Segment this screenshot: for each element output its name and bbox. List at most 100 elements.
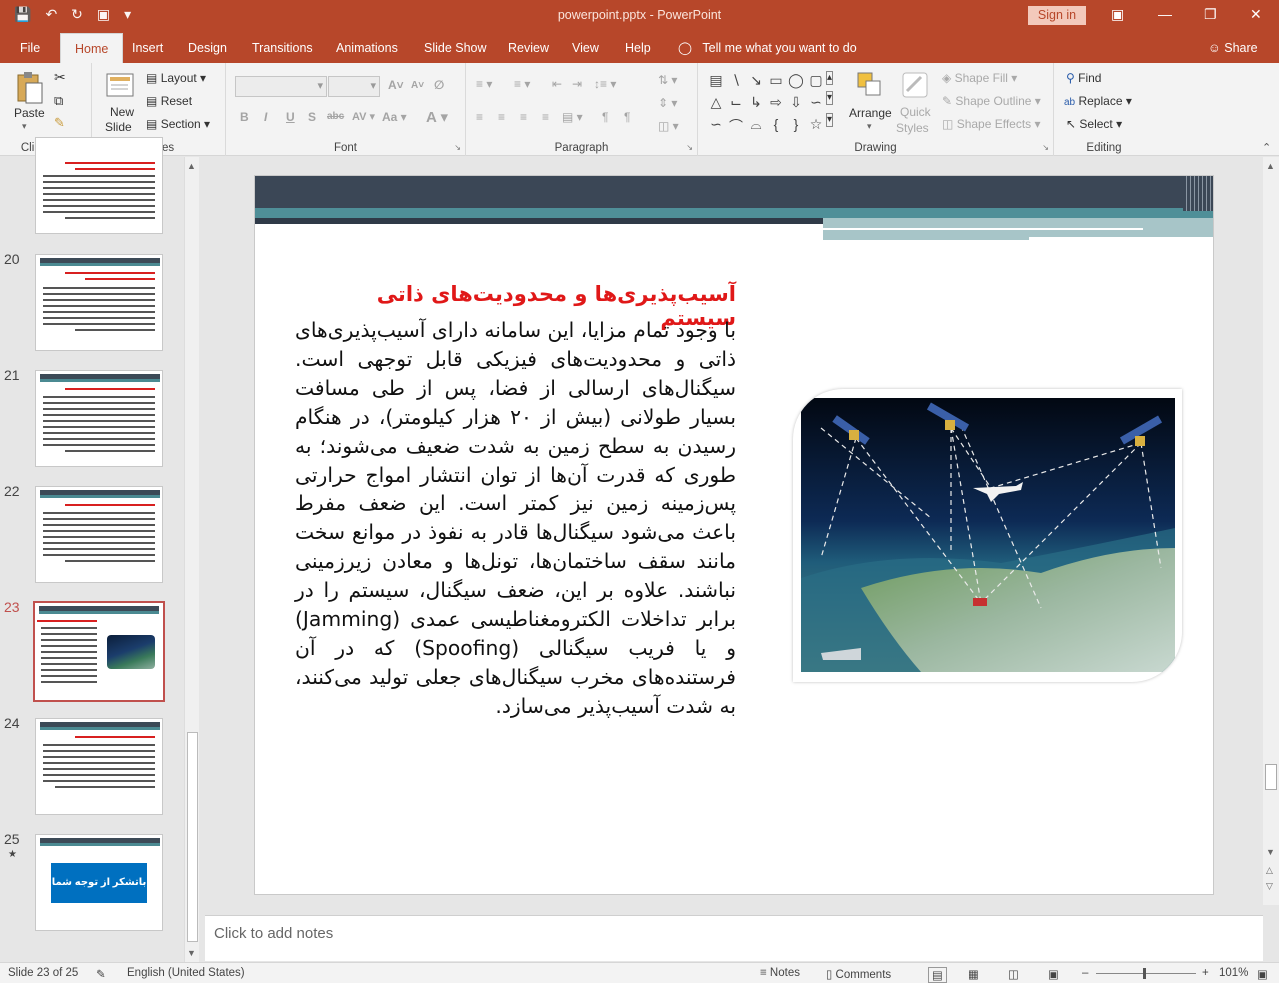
zoom-slider[interactable] — [1096, 973, 1196, 974]
ribbon-display-options-icon[interactable]: ▣ — [1111, 6, 1124, 23]
arc2-icon[interactable]: ⌓ — [746, 116, 766, 138]
new-slide-button[interactable]: New — [110, 105, 134, 119]
text-direction-icon[interactable]: ⇅ ▾ — [658, 73, 677, 87]
tab-animations[interactable]: Animations — [336, 41, 398, 55]
clear-formatting-icon[interactable]: ∅ — [434, 78, 444, 92]
font-launcher-icon[interactable]: ↘ — [454, 143, 461, 152]
zoom-in-icon[interactable]: + — [1202, 967, 1209, 979]
slide-thumbnail-23[interactable] — [33, 601, 165, 702]
font-size-combo[interactable] — [328, 76, 380, 97]
increase-indent-icon[interactable]: ⇥ — [572, 77, 582, 91]
new-slide-label2[interactable]: Slide — [105, 120, 132, 134]
paste-button[interactable]: Paste — [14, 106, 45, 120]
slide-thumbnail-22[interactable] — [35, 486, 163, 583]
cut-icon[interactable]: ✂ — [54, 69, 66, 86]
text-box-icon[interactable]: ▤ — [706, 72, 726, 94]
arrange-button[interactable]: Arrange — [849, 106, 892, 120]
collapse-ribbon-icon[interactable]: ⌃ — [1262, 141, 1271, 154]
shapes-more-icon[interactable]: ▾ — [826, 113, 834, 127]
tab-design[interactable]: Design — [188, 41, 227, 55]
slide-scroll-thumb[interactable] — [1265, 764, 1277, 790]
font-name-combo[interactable] — [235, 76, 327, 97]
slideshow-view-icon[interactable]: ▣ — [1048, 967, 1059, 981]
format-painter-icon[interactable]: ✎ — [54, 115, 65, 131]
rounded-rect-icon[interactable]: ▢ — [806, 72, 826, 94]
replace-button[interactable]: ab Replace ▾ — [1064, 94, 1132, 108]
slide-thumbnail-20[interactable] — [35, 254, 163, 351]
notes-pane[interactable]: Click to add notes — [205, 915, 1263, 961]
oval-icon[interactable]: ◯ — [786, 72, 806, 94]
fit-to-window-icon[interactable]: ▣ — [1257, 967, 1268, 981]
reset-button[interactable]: ▤ Reset — [146, 94, 192, 108]
decrease-font-size-icon[interactable]: A˅ — [411, 80, 424, 91]
scroll-up-icon[interactable]: ▲ — [187, 161, 196, 171]
normal-view-icon[interactable]: ▤ — [928, 967, 947, 983]
bullets-icon[interactable]: ≡ ▾ — [476, 77, 492, 91]
language-indicator[interactable]: English (United States) — [127, 967, 245, 979]
sign-in-button[interactable]: Sign in — [1028, 6, 1086, 25]
rectangle-icon[interactable]: ▭ — [766, 72, 786, 94]
scroll-down-icon[interactable]: ▼ — [187, 948, 196, 958]
arrange-icon[interactable] — [856, 71, 886, 101]
slide-sorter-icon[interactable]: ▦ — [968, 967, 979, 981]
ltr-icon[interactable]: ¶ — [602, 110, 608, 124]
paste-icon[interactable] — [14, 71, 44, 104]
slide-thumbnail-21[interactable] — [35, 370, 163, 467]
star-icon[interactable]: ☆ — [806, 116, 826, 138]
zoom-slider-thumb[interactable] — [1143, 968, 1146, 979]
notes-placeholder[interactable]: Click to add notes — [214, 925, 333, 942]
tab-view[interactable]: View — [572, 41, 599, 55]
find-button[interactable]: ⚲ Find — [1066, 71, 1101, 85]
quick-styles-button[interactable]: Quick — [900, 105, 931, 119]
decrease-indent-icon[interactable]: ⇤ — [552, 77, 562, 91]
zoom-out-icon[interactable]: – — [1082, 967, 1088, 979]
underline-icon[interactable]: U — [286, 110, 295, 124]
slide-thumbnail-25[interactable]: باتشکر از توجه شما — [35, 834, 163, 931]
scroll-down-icon[interactable]: ▼ — [1266, 847, 1275, 857]
numbering-icon[interactable]: ≡ ▾ — [514, 77, 530, 91]
thumbnails-scrollbar[interactable]: ▲ ▼ — [184, 157, 199, 962]
italic-icon[interactable]: I — [264, 110, 267, 124]
tell-me-search[interactable]: ◯ Tell me what you want to do — [678, 40, 857, 55]
slide-thumbnail-24[interactable] — [35, 718, 163, 815]
tab-home[interactable]: Home — [60, 33, 124, 63]
tab-slide-show[interactable]: Slide Show — [424, 41, 487, 55]
curve-icon[interactable]: ∽ — [706, 116, 726, 138]
rtl-icon[interactable]: ¶ — [624, 110, 630, 124]
smartart-icon[interactable]: ◫ ▾ — [658, 119, 679, 133]
shadow-icon[interactable]: S — [308, 110, 316, 124]
line-spacing-icon[interactable]: ↕≡ ▾ — [594, 77, 616, 91]
character-spacing-icon[interactable]: AV ▾ — [352, 110, 375, 123]
scroll-up-icon[interactable]: ▲ — [1266, 161, 1275, 171]
notes-toggle[interactable]: ≡ Notes — [760, 967, 800, 979]
tab-transitions[interactable]: Transitions — [252, 41, 313, 55]
shapes-scroll-up-icon[interactable]: ▴ — [826, 71, 834, 85]
shapes-gallery[interactable]: ▤ ∖ ↘ ▭ ◯ ▢ △ ⌙ ↳ ⇨ ⇩ ∽ ∽ ⌒ ⌓ { } ☆ — [706, 72, 824, 138]
restore-icon[interactable]: ❐ — [1204, 6, 1217, 23]
triangle-icon[interactable]: △ — [706, 94, 726, 116]
down-arrow-icon[interactable]: ⇩ — [786, 94, 806, 116]
justify-icon[interactable]: ≡ — [542, 110, 549, 124]
align-text-icon[interactable]: ⇕ ▾ — [658, 96, 677, 110]
shape-effects-button[interactable]: ◫ Shape Effects ▾ — [942, 117, 1041, 131]
tab-file[interactable]: File — [20, 41, 40, 55]
new-slide-icon[interactable] — [106, 71, 136, 101]
spell-check-icon[interactable]: ✎ — [96, 967, 106, 981]
bold-icon[interactable]: B — [240, 110, 249, 124]
arrow-line-icon[interactable]: ↘ — [746, 72, 766, 94]
next-slide-icon[interactable]: ▽ — [1266, 881, 1273, 892]
shapes-scroll-down-icon[interactable]: ▾ — [826, 91, 834, 105]
close-icon[interactable]: ✕ — [1250, 6, 1262, 23]
paste-dropdown-icon[interactable]: ▾ — [22, 121, 27, 132]
slide-body-text[interactable]: با وجود تمام مزایا، این سامانه دارای آسی… — [295, 316, 736, 721]
increase-font-size-icon[interactable]: A˅ — [388, 78, 404, 92]
quick-styles-label2[interactable]: Styles — [896, 121, 929, 135]
thumbnails-scroll-thumb[interactable] — [187, 732, 198, 942]
shape-fill-button[interactable]: ◈ Shape Fill ▾ — [942, 71, 1017, 85]
satellite-image[interactable] — [793, 389, 1182, 682]
quick-styles-icon[interactable] — [901, 71, 931, 101]
columns-icon[interactable]: ▤ ▾ — [562, 110, 583, 124]
elbow-arrow-icon[interactable]: ↳ — [746, 94, 766, 116]
current-slide[interactable]: آسیب‌پذیری‌ها و محدودیت‌های ذاتی سیستم ب… — [254, 175, 1214, 895]
right-brace-icon[interactable]: } — [786, 116, 806, 138]
